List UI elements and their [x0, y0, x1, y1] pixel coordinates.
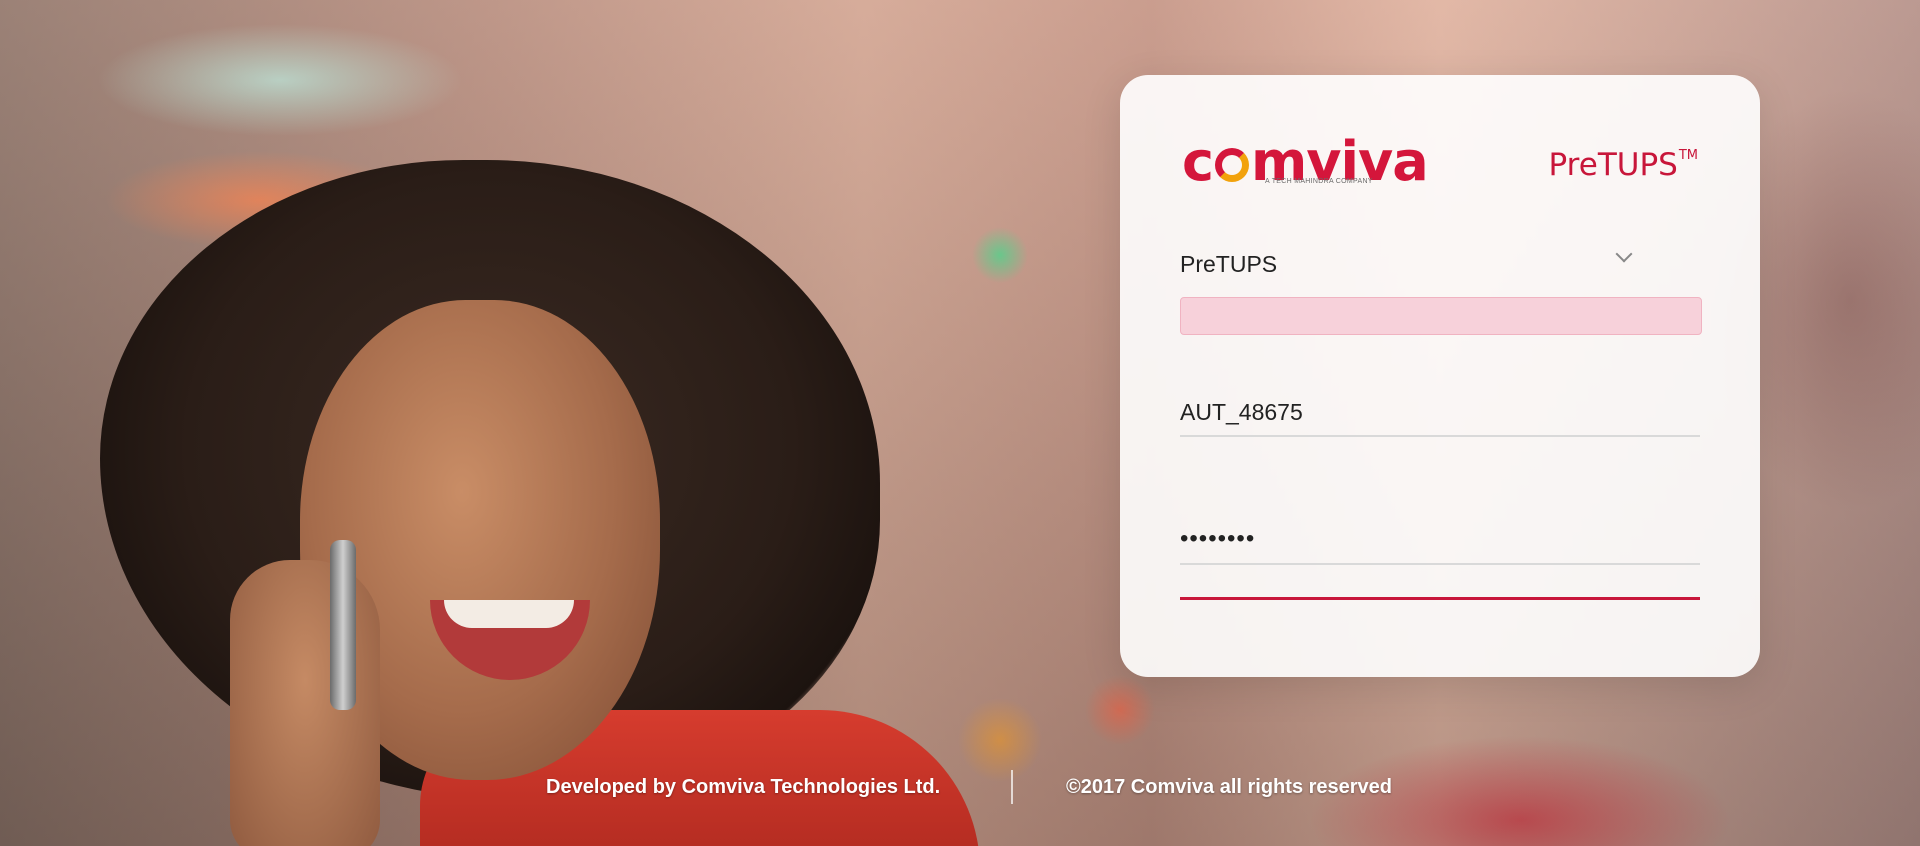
footer-divider	[1011, 770, 1013, 804]
active-field-underline	[1180, 597, 1700, 600]
background-photo-phone	[330, 540, 356, 710]
login-card: c mviva A TECH MAHINDRA COMPANY PreTUPSTM…	[1120, 75, 1760, 677]
pretups-logo: PreTUPSTM	[1549, 147, 1698, 183]
chevron-down-icon[interactable]	[1615, 245, 1633, 263]
login-page: c mviva A TECH MAHINDRA COMPANY PreTUPSTM…	[0, 0, 1920, 846]
trademark-mark: TM	[1678, 148, 1698, 163]
password-value: ••••••••	[1180, 525, 1256, 552]
error-message-bar	[1180, 297, 1702, 335]
comviva-logo: c mviva	[1182, 135, 1452, 195]
comviva-logo-c: c	[1182, 130, 1214, 193]
footer-copyright-text: ©2017 Comviva all rights reserved	[1066, 776, 1393, 798]
footer-developer-text: Developed by Comviva Technologies Ltd.	[546, 776, 941, 798]
pretups-logo-text: PreTUPS	[1548, 147, 1678, 183]
username-value: AUT_48675	[1180, 399, 1303, 425]
comviva-logo-tagline: A TECH MAHINDRA COMPANY	[1265, 178, 1373, 185]
password-field[interactable]: ••••••••	[1180, 523, 1700, 565]
network-select-value: PreTUPS	[1180, 251, 1278, 277]
footer: Developed by Comviva Technologies Ltd. ©…	[0, 770, 1920, 810]
background-photo	[40, 150, 980, 846]
username-field[interactable]: AUT_48675	[1180, 393, 1700, 437]
comviva-logo-o-mark	[1215, 148, 1250, 182]
network-select[interactable]: PreTUPS	[1180, 243, 1700, 283]
